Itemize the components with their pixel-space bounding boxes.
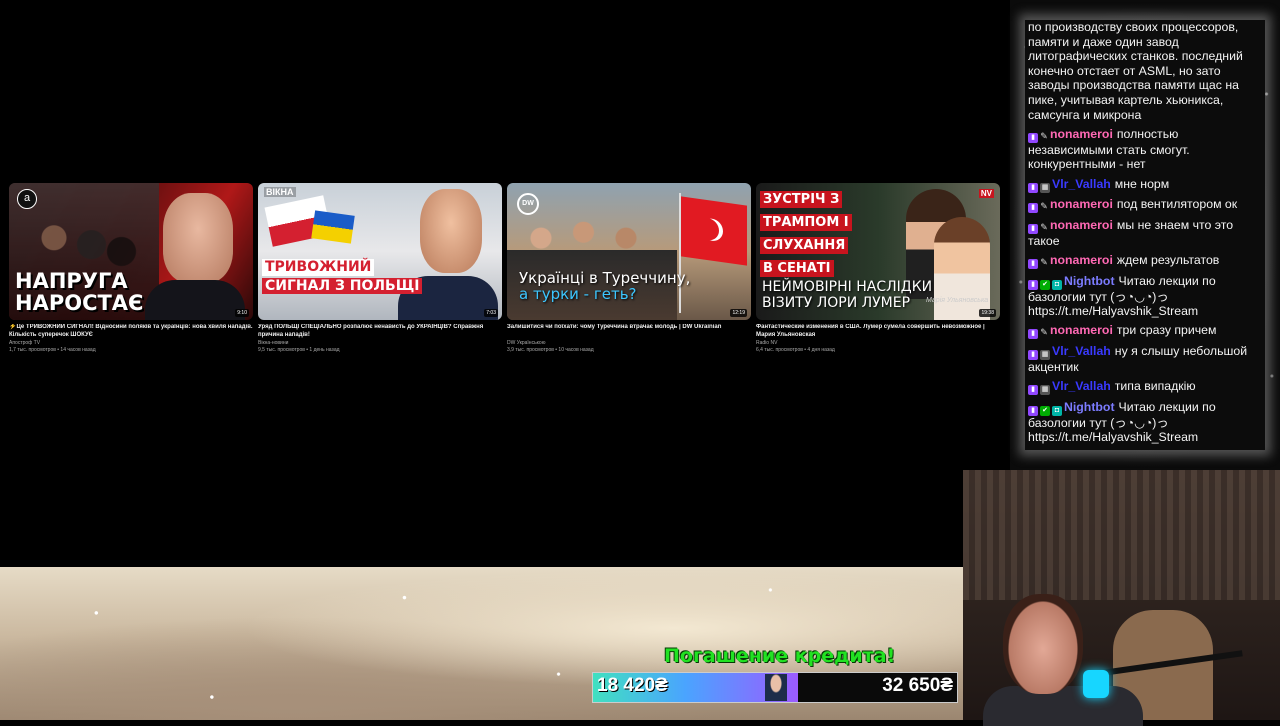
video-card[interactable]: ВІКНА ТРИВОЖНИЙ СИГНАЛ З ПОЛЬЩІ 7:03 Уря… (258, 183, 502, 354)
chat-username[interactable]: nonameroi (1050, 127, 1113, 141)
video-title[interactable]: Залишитися чи поїхати: чому Туреччина вт… (507, 324, 751, 340)
chat-text: по производству своих процессоров, памят… (1028, 20, 1243, 122)
turkey-flag-icon (681, 196, 747, 266)
thumbnail-box-text: СЛУХАННЯ (760, 237, 849, 254)
purple-badge-icon[interactable]: ▮ (1028, 385, 1038, 396)
chat-username[interactable]: Nightbot (1064, 274, 1115, 288)
channel-name[interactable]: Radio NV (756, 340, 1000, 347)
chat-text: три сразу причем (1116, 323, 1217, 338)
thumbnail-headline: Українці в Туреччину, а турки - геть? (519, 269, 691, 303)
video-card[interactable]: NV ЗУСТРІЧ З ТРАМПОМ І СЛУХАННЯ В СЕНАТІ… (756, 183, 1000, 354)
wrench-badge-icon[interactable]: ✎ (1040, 201, 1048, 211)
chat-message: ▮ ✎ nonameroi ждем результатов (1028, 253, 1262, 269)
video-thumbnail[interactable]: DW Українці в Туреччину, а турки - геть?… (507, 183, 751, 320)
chat-username[interactable]: nonameroi (1050, 253, 1113, 267)
purple-badge-icon[interactable]: ▮ (1028, 258, 1038, 269)
gray-badge-icon[interactable]: ▦ (1040, 349, 1050, 360)
goal-target: 32 650₴ (882, 675, 953, 696)
purple-badge-icon[interactable]: ▮ (1028, 329, 1038, 340)
chat-message: ▮ ▦ Vlr_Vallah мне норм (1028, 177, 1262, 193)
channel-name[interactable]: Апостроф TV (9, 340, 253, 347)
video-title[interactable]: ⚡Це ТРИВОЖНИЙ СИГНАЛ! Відносини поляків … (9, 324, 253, 340)
goal-current: 18 420₴ (597, 675, 668, 696)
chat-message: ▮ ✎ nonameroi мы не знаем что это такое (1028, 218, 1262, 249)
video-duration: 7:03 (484, 309, 498, 317)
video-duration: 12:19 (730, 309, 747, 317)
thumbnail-headline: НАПРУГА НАРОСТАЄ (15, 268, 144, 315)
thumbnail-caption: Марія Ульяновська (926, 297, 989, 304)
purple-badge-icon[interactable]: ▮ (1028, 223, 1038, 234)
video-meta: 9,5 тыс. просмотров • 1 день назад (258, 347, 340, 353)
chat-text: типа випадкію (1114, 379, 1196, 394)
avatar (765, 674, 787, 701)
video-meta: 6,4 тыс. просмотров • 4 дня назад (756, 347, 835, 353)
thumbnail-headline: ТРИВОЖНИЙ СИГНАЛ З ПОЛЬЩІ (262, 259, 423, 295)
chat-panel[interactable]: по производству своих процессоров, памят… (1025, 20, 1265, 450)
channel-name[interactable]: DW Українською (507, 340, 751, 347)
wrench-badge-icon[interactable]: ✎ (1040, 257, 1048, 267)
video-card[interactable]: a НАПРУГА НАРОСТАЄ 9:10 ⚡Це ТРИВОЖНИЙ СИ… (9, 183, 253, 354)
video-thumbnail[interactable]: a НАПРУГА НАРОСТАЄ 9:10 (9, 183, 253, 320)
video-duration: 19:38 (979, 309, 996, 317)
video-grid: a НАПРУГА НАРОСТАЄ 9:10 ⚡Це ТРИВОЖНИЙ СИ… (9, 183, 1001, 363)
chat-username[interactable]: nonameroi (1050, 218, 1113, 232)
thumbnail-box-text: ТРАМПОМ І (760, 214, 852, 231)
wrench-badge-icon[interactable]: ✎ (1040, 327, 1048, 337)
wrench-badge-icon[interactable]: ✎ (1040, 131, 1048, 141)
gray-badge-icon[interactable]: ▦ (1040, 182, 1050, 193)
chat-username[interactable]: nonameroi (1050, 323, 1113, 337)
chat-message: ▮ ▦ Vlr_Vallah типа випадкію (1028, 379, 1262, 396)
purple-badge-icon[interactable]: ▮ (1028, 203, 1038, 214)
thumbnail-box-text: В СЕНАТІ (760, 260, 834, 277)
video-meta: 3,9 тыс. просмотров • 10 часов назад (507, 347, 594, 353)
chat-username[interactable]: Vlr_Vallah (1052, 379, 1111, 393)
video-duration: 9:10 (235, 309, 249, 317)
goal-title: Погашение кредита! (664, 645, 896, 667)
chat-message: ▮ ✔ ◘ Nightbot Читаю лекции по базологии тут… (1028, 400, 1262, 445)
channel-name[interactable]: Вікна-новини (258, 340, 502, 347)
teal-badge-icon[interactable]: ◘ (1052, 279, 1062, 290)
purple-badge-icon[interactable]: ▮ (1028, 182, 1038, 193)
channel-tag: ВІКНА (264, 187, 296, 197)
microphone-icon (1083, 670, 1109, 698)
video-thumbnail[interactable]: ВІКНА ТРИВОЖНИЙ СИГНАЛ З ПОЛЬЩІ 7:03 (258, 183, 502, 320)
purple-badge-icon[interactable]: ▮ (1028, 349, 1038, 360)
chat-username[interactable]: Nightbot (1064, 400, 1115, 414)
thumbnail-headline: НЕЙМОВІРНІ НАСЛІДКИ ВІЗИТУ ЛОРИ ЛУМЕР (762, 279, 933, 312)
nv-logo-icon: NV (978, 189, 994, 198)
dw-logo-icon: DW (517, 193, 539, 215)
teal-badge-icon[interactable]: ◘ (1052, 405, 1062, 416)
purple-badge-icon[interactable]: ▮ (1028, 279, 1038, 290)
chat-text: ждем результатов (1116, 252, 1220, 267)
chat-message: ▮ ✔ ◘ Nightbot Читаю лекции по базологии тут… (1028, 274, 1262, 319)
webcam-feed (963, 470, 1280, 726)
wrench-badge-icon[interactable]: ✎ (1040, 222, 1048, 232)
donation-goal-bar: 18 420₴ 32 650₴ (592, 672, 958, 703)
video-title[interactable]: Уряд ПОЛЬЩІ СПЕЦІАЛЬНО розпалює ненавист… (258, 324, 502, 340)
channel-logo-icon: a (17, 189, 37, 209)
green-badge-icon[interactable]: ✔ (1040, 279, 1050, 290)
chat-username[interactable]: Vlr_Vallah (1052, 177, 1111, 191)
chat-message: ▮ ✎ nonameroi полностью независимыми стать … (1028, 127, 1262, 172)
video-title[interactable]: Фантастические изменения в США. Лумер су… (756, 324, 1000, 340)
video-card[interactable]: DW Українці в Туреччину, а турки - геть?… (507, 183, 751, 354)
chat-username[interactable]: nonameroi (1050, 197, 1113, 211)
chat-username[interactable]: Vlr_Vallah (1052, 344, 1111, 358)
chat-text: под вентилятором ок (1116, 197, 1238, 212)
chat-message: ▮ ✎ nonameroi под вентилятором ок (1028, 197, 1262, 214)
chat-message: по производству своих процессоров, памят… (1028, 20, 1262, 122)
thumbnail-box-text: ЗУСТРІЧ З (760, 191, 843, 208)
purple-badge-icon[interactable]: ▮ (1028, 132, 1038, 143)
green-badge-icon[interactable]: ✔ (1040, 405, 1050, 416)
video-thumbnail[interactable]: NV ЗУСТРІЧ З ТРАМПОМ І СЛУХАННЯ В СЕНАТІ… (756, 183, 1000, 320)
chat-text: мне норм (1114, 176, 1170, 191)
video-meta: 1,7 тыс. просмотров • 14 часов назад (9, 347, 96, 353)
ukraine-flag-icon (311, 210, 355, 244)
purple-badge-icon[interactable]: ▮ (1028, 405, 1038, 416)
chat-message: ▮ ▦ Vlr_Vallah ну я слышу небольшой акценти… (1028, 344, 1262, 375)
gray-badge-icon[interactable]: ▦ (1040, 385, 1050, 396)
chat-message: ▮ ✎ nonameroi три сразу причем (1028, 323, 1262, 340)
